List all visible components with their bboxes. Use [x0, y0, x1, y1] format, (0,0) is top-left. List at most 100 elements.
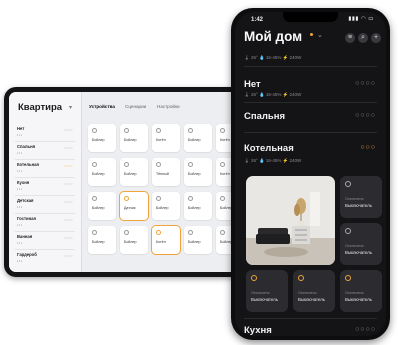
device-icon	[156, 230, 161, 235]
chevron-down-icon[interactable]: ▾	[69, 104, 72, 111]
room-header[interactable]: Кухня	[244, 325, 272, 336]
sidebar-room-item[interactable]: Гардероб ▪ ▪ ▪ ○○○	[15, 251, 75, 267]
device-card[interactable]: Тёплый	[152, 158, 180, 186]
device-tile-switch[interactable]: Отключено Выключатель	[340, 270, 382, 312]
room-name: Гостиная	[17, 216, 36, 221]
device-name: Бойлер	[188, 138, 201, 142]
divider	[15, 159, 75, 160]
device-state: Отключено	[345, 291, 364, 295]
sidebar-room-item[interactable]: Котельная ▪ ▪ ▪ ○○○	[15, 161, 75, 177]
device-card[interactable]: Датчик	[120, 192, 148, 220]
switch-icon	[345, 181, 351, 187]
notification-dot	[310, 33, 313, 36]
device-icon	[92, 162, 97, 167]
chevron-down-icon[interactable]: ⌄	[317, 31, 323, 39]
room-name: Кухня	[17, 180, 30, 185]
sidebar-room-item[interactable]: Нет ▪ ▪ ▪ ○○○	[15, 125, 75, 141]
device-card[interactable]: Бойлер	[120, 124, 148, 152]
room-status-dots: ○○○	[64, 145, 73, 150]
phone-screen: 1:42 ▮▮▮ ◠ ▭ Мой дом ⌄ ≡ ⌕ + 🌡 26° 💧 16-…	[235, 12, 386, 336]
room-sensor-icons: ▪ ▪ ▪	[17, 241, 23, 245]
room-status-dots[interactable]: ○○○○	[355, 80, 376, 87]
device-card[interactable]: Бойлер	[152, 192, 180, 220]
phone-notch	[283, 12, 338, 22]
tab-settings[interactable]: Настройки	[157, 104, 180, 109]
device-card[interactable]: Бойлер	[184, 158, 212, 186]
divider	[15, 213, 75, 214]
sidebar-room-item[interactable]: Кухня ▪ ▪ ▪ ○○○	[15, 179, 75, 195]
device-name: Бойлер	[124, 240, 137, 244]
device-tile-switch[interactable]: Отключено Выключатель	[340, 223, 382, 265]
sidebar-room-item[interactable]: Гостиная ▪ ▪ ▪ ○○○	[15, 215, 75, 231]
switch-icon	[345, 228, 351, 234]
divider	[244, 102, 377, 103]
page-title[interactable]: Мой дом	[244, 29, 302, 44]
divider	[15, 141, 75, 142]
plus-icon[interactable]: +	[371, 33, 381, 43]
device-card[interactable]: Котёл	[152, 124, 180, 152]
device-name: Выключатель	[345, 203, 372, 208]
device-card[interactable]: Бойлер	[184, 124, 212, 152]
tablet-home-title[interactable]: Квартира	[18, 102, 62, 113]
sidebar-room-item[interactable]: Детская ▪ ▪ ▪ ○○○	[15, 197, 75, 213]
device-icon	[188, 162, 193, 167]
device-name: Выключатель	[251, 297, 278, 302]
room-status-dots[interactable]: ○○○○	[355, 112, 376, 119]
status-icons: ▮▮▮ ◠ ▭	[348, 16, 374, 22]
room-photo[interactable]	[246, 176, 335, 265]
room-header[interactable]: Нет	[244, 79, 261, 90]
room-header[interactable]: Спальня	[244, 111, 285, 122]
device-card[interactable]: Бойлер	[88, 124, 116, 152]
room-sensor-icons: ▪ ▪ ▪	[17, 133, 23, 137]
room-sensor-summary: 🌡 26° 💧 16-45% ⚡ 240W	[244, 92, 302, 97]
device-name: Бойлер	[188, 172, 201, 176]
device-name: Бойлер	[124, 172, 137, 176]
device-card[interactable]: Бойлер	[184, 226, 212, 254]
divider	[15, 195, 75, 196]
device-icon	[188, 196, 193, 201]
room-status-dots[interactable]: ○○○○	[355, 326, 376, 333]
device-card[interactable]: Бойлер	[184, 192, 212, 220]
room-name: Гардероб	[17, 252, 37, 257]
room-sensor-icons: ▪ ▪ ▪	[17, 259, 23, 263]
device-icon	[124, 196, 129, 201]
device-name: Бойлер	[92, 172, 105, 176]
device-name: Бойлер	[92, 240, 105, 244]
device-state: Отключено	[298, 291, 317, 295]
device-icon	[220, 128, 225, 133]
device-card[interactable]: Бойлер	[88, 192, 116, 220]
device-name: Бойлер	[156, 206, 169, 210]
device-card[interactable]: Котёл	[152, 226, 180, 254]
room-name: Спальня	[17, 144, 36, 149]
device-card[interactable]: Бойлер	[120, 158, 148, 186]
home-sensor-summary: 🌡 26° 💧 16-45% ⚡ 240W	[244, 55, 302, 60]
device-tile-switch[interactable]: Отключено Выключатель	[246, 270, 288, 312]
list-icon[interactable]: ≡	[345, 33, 355, 43]
room-status-dots: ○○○	[64, 163, 73, 168]
tab-scenarios[interactable]: Сценарии	[125, 104, 146, 109]
device-card[interactable]: Бойлер	[88, 158, 116, 186]
device-card[interactable]: Бойлер	[120, 226, 148, 254]
room-sensor-icons: ▪ ▪ ▪	[17, 169, 23, 173]
device-icon	[124, 128, 129, 133]
divider	[244, 66, 377, 67]
sidebar-room-item[interactable]: Ванная ▪ ▪ ▪ ○○○	[15, 233, 75, 249]
device-name: Котёл	[156, 138, 166, 142]
room-header[interactable]: Котельная	[244, 143, 294, 154]
room-status-dots[interactable]: ○○○	[360, 144, 376, 151]
room-name: Детская	[17, 198, 34, 203]
divider	[15, 231, 75, 232]
sidebar-room-item[interactable]: Спальня ▪ ▪ ▪ ○○○	[15, 143, 75, 159]
device-state: Отключено	[251, 291, 270, 295]
device-name: Бойлер	[124, 138, 137, 142]
device-name: Выключатель	[345, 250, 372, 255]
device-card[interactable]: Бойлер	[88, 226, 116, 254]
room-name: Котельная	[17, 162, 39, 167]
search-icon[interactable]: ⌕	[358, 33, 368, 43]
device-icon	[92, 128, 97, 133]
tab-devices[interactable]: Устройства	[89, 104, 115, 109]
room-status-dots: ○○○	[64, 217, 73, 222]
room-status-dots: ○○○	[64, 181, 73, 186]
device-tile-switch[interactable]: Отключено Выключатель	[340, 176, 382, 218]
device-tile-switch[interactable]: Отключено Выключатель	[293, 270, 335, 312]
